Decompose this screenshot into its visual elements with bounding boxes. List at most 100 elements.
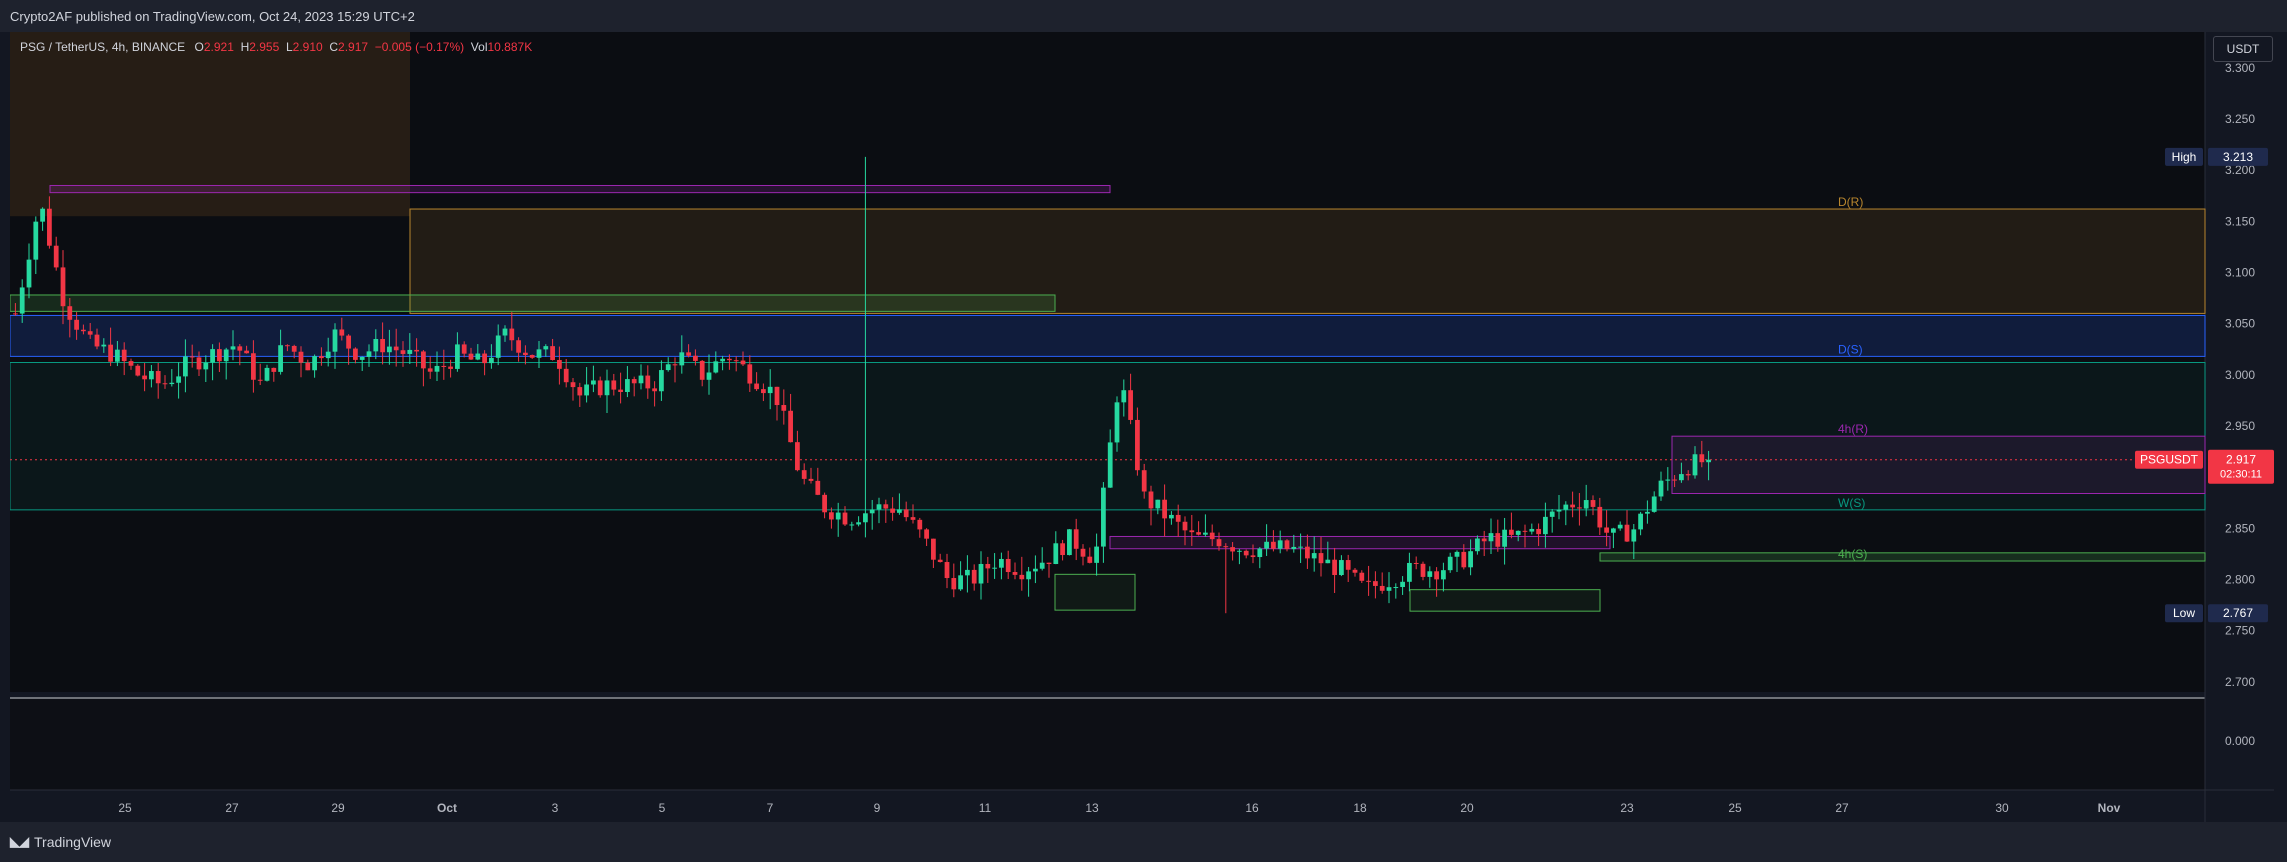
candle-body[interactable] (203, 362, 209, 370)
candle-body[interactable] (421, 351, 426, 369)
candle-body[interactable] (849, 524, 855, 526)
candle-body[interactable] (645, 375, 651, 389)
candle-body[interactable] (13, 313, 18, 315)
candle-body[interactable] (1692, 454, 1698, 476)
candle-body[interactable] (434, 365, 440, 372)
candle-body[interactable] (931, 538, 936, 560)
candle-body[interactable] (291, 345, 297, 352)
candle-body[interactable] (1318, 553, 1324, 564)
candle-body[interactable] (1536, 528, 1541, 535)
candle-body[interactable] (414, 349, 419, 352)
candle-body[interactable] (509, 328, 515, 341)
candle-body[interactable] (1373, 581, 1378, 586)
candle-body[interactable] (1094, 546, 1099, 563)
candle-body[interactable] (638, 375, 644, 384)
candle-body[interactable] (155, 371, 161, 384)
candle-body[interactable] (74, 319, 79, 330)
candle-body[interactable] (1352, 569, 1358, 573)
candle-body[interactable] (1189, 530, 1195, 533)
candle-body[interactable] (706, 372, 712, 380)
candle-body[interactable] (1475, 538, 1480, 552)
candle-body[interactable] (60, 267, 66, 307)
candle-body[interactable] (1502, 529, 1507, 547)
candle-body[interactable] (625, 379, 630, 392)
candle-body[interactable] (577, 387, 583, 396)
candle-body[interactable] (1271, 541, 1276, 549)
candle-body[interactable] (1073, 529, 1079, 549)
candle-body[interactable] (815, 480, 821, 495)
candle-body[interactable] (489, 357, 494, 364)
candle-body[interactable] (1645, 511, 1650, 514)
candle-body[interactable] (1481, 538, 1487, 542)
candle-body[interactable] (917, 519, 923, 530)
candle-body[interactable] (298, 351, 304, 363)
candle-body[interactable] (523, 352, 528, 355)
candle-body[interactable] (1046, 562, 1052, 565)
candle-body[interactable] (937, 559, 943, 563)
candle-body[interactable] (1583, 500, 1589, 509)
candle-body[interactable] (618, 389, 623, 392)
candle-body[interactable] (475, 353, 481, 360)
candle-body[interactable] (971, 569, 977, 584)
candle-body[interactable] (1413, 562, 1419, 564)
candle-body[interactable] (992, 567, 997, 569)
candle-body[interactable] (1257, 548, 1263, 558)
candle-body[interactable] (652, 388, 657, 392)
candle-body[interactable] (591, 380, 596, 385)
candle-body[interactable] (359, 356, 365, 360)
candle-body[interactable] (1699, 454, 1705, 463)
candle-body[interactable] (1400, 581, 1405, 588)
candle-body[interactable] (754, 383, 759, 390)
candle-body[interactable] (387, 346, 392, 353)
candle-body[interactable] (1597, 506, 1603, 528)
candle-body[interactable] (570, 382, 576, 388)
candle-body[interactable] (713, 361, 719, 373)
candle-body[interactable] (366, 351, 372, 357)
candle-body[interactable] (686, 352, 691, 356)
candle-body[interactable] (890, 508, 895, 513)
candle-body[interactable] (1679, 474, 1684, 481)
candle-body[interactable] (149, 371, 154, 380)
candle-body[interactable] (461, 344, 467, 354)
candle-body[interactable] (1495, 533, 1501, 547)
candle-body[interactable] (1169, 514, 1174, 519)
candle-body[interactable] (1359, 572, 1365, 581)
candle-body[interactable] (1019, 574, 1025, 580)
candle-body[interactable] (883, 504, 889, 509)
candle-body[interactable] (1026, 571, 1031, 580)
candle-body[interactable] (1638, 513, 1643, 530)
candle-body[interactable] (1556, 509, 1562, 512)
candle-body[interactable] (516, 340, 521, 353)
candle-body[interactable] (1685, 474, 1691, 476)
candle-body[interactable] (550, 346, 555, 360)
candle-body[interactable] (1250, 555, 1256, 558)
candle-body[interactable] (230, 346, 236, 350)
candle-body[interactable] (1454, 551, 1460, 557)
candle-body[interactable] (951, 578, 957, 590)
candle-body[interactable] (278, 345, 283, 372)
candle-body[interactable] (1434, 571, 1439, 580)
candle-body[interactable] (1175, 514, 1181, 522)
candle-body[interactable] (1488, 533, 1494, 542)
candle-body[interactable] (251, 353, 256, 380)
candle-body[interactable] (1441, 570, 1446, 580)
candle-body[interactable] (1311, 553, 1317, 559)
candle-body[interactable] (26, 259, 32, 288)
candle-body[interactable] (822, 494, 827, 513)
candle-body[interactable] (1611, 528, 1616, 533)
candle-body[interactable] (1339, 560, 1344, 576)
candle-body[interactable] (999, 558, 1004, 568)
candle-body[interactable] (1107, 442, 1113, 488)
candle-body[interactable] (965, 569, 970, 576)
candle-body[interactable] (767, 386, 773, 394)
candle-body[interactable] (1216, 539, 1222, 547)
candle-body[interactable] (162, 383, 168, 385)
candle-body[interactable] (781, 405, 787, 411)
candle-body[interactable] (353, 348, 358, 360)
candle-body[interactable] (1121, 390, 1127, 403)
candle-body[interactable] (1128, 390, 1133, 420)
candle-body[interactable] (339, 329, 345, 336)
candle-body[interactable] (81, 329, 86, 332)
symbol-info[interactable]: PSG / TetherUS, 4h, BINANCE (20, 40, 185, 54)
candle-body[interactable] (210, 349, 215, 363)
